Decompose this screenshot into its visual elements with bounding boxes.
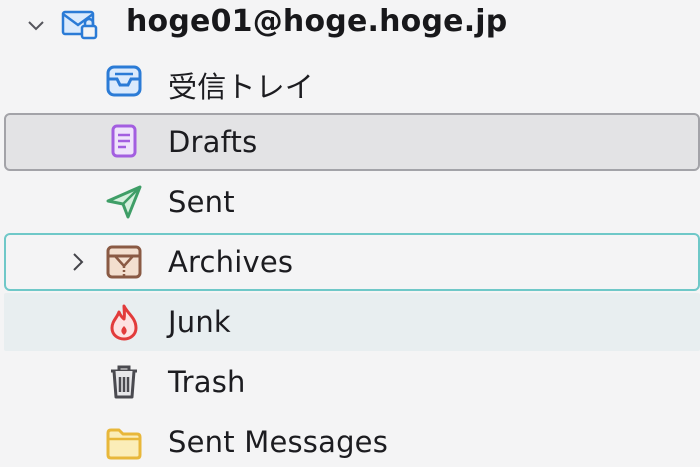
trash-icon bbox=[104, 362, 144, 402]
folder-archives[interactable]: Archives bbox=[4, 233, 700, 291]
account-name: hoge01@hoge.hoge.jp bbox=[126, 4, 508, 39]
chevron-right-icon[interactable] bbox=[64, 248, 92, 276]
account-row[interactable]: hoge01@hoge.hoge.jp bbox=[0, 0, 700, 52]
folder-pane: hoge01@hoge.hoge.jp 受信トレイ Drafts Sent Ar… bbox=[0, 0, 700, 467]
folder-trash[interactable]: Trash bbox=[4, 353, 700, 411]
folder-label: Sent bbox=[168, 185, 235, 219]
chevron-down-icon[interactable] bbox=[22, 12, 50, 40]
folder-icon bbox=[104, 423, 144, 463]
folder-label: Sent Messages bbox=[168, 425, 389, 459]
folder-label: Drafts bbox=[168, 125, 258, 159]
drafts-icon bbox=[104, 122, 144, 162]
folder-sent[interactable]: Sent bbox=[4, 173, 700, 231]
sent-icon bbox=[104, 181, 144, 221]
folder-label: Archives bbox=[168, 245, 294, 279]
inbox-icon bbox=[104, 61, 144, 101]
folder-sent-messages[interactable]: Sent Messages bbox=[4, 413, 700, 467]
folder-label: Trash bbox=[168, 365, 246, 399]
folder-label: 受信トレイ bbox=[168, 70, 315, 104]
folder-junk[interactable]: Junk bbox=[4, 293, 700, 351]
folder-label: Junk bbox=[168, 305, 231, 339]
folder-inbox[interactable]: 受信トレイ bbox=[4, 52, 700, 110]
mail-account-icon bbox=[60, 4, 100, 44]
junk-icon bbox=[104, 302, 144, 342]
folder-drafts[interactable]: Drafts bbox=[4, 113, 700, 171]
archives-icon bbox=[104, 242, 144, 282]
